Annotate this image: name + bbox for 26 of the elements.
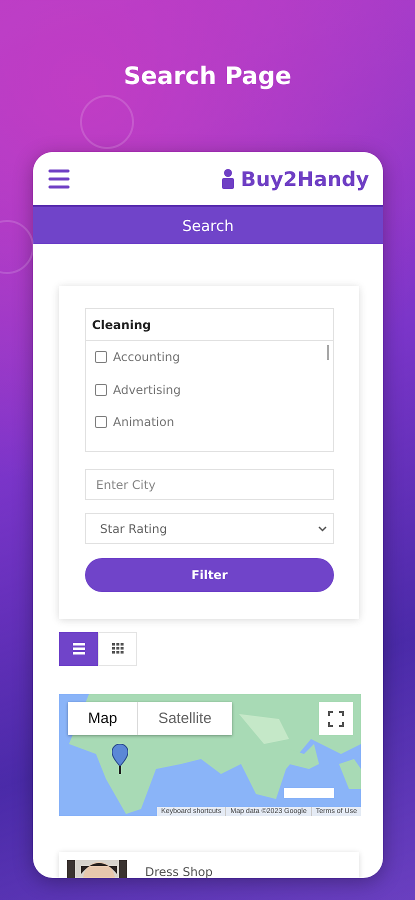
- brand-name: Buy2Handy: [240, 166, 369, 190]
- checkbox[interactable]: [95, 384, 107, 396]
- map-type-tab[interactable]: Map: [68, 702, 138, 735]
- rating-dropdown[interactable]: Star Rating: [85, 513, 334, 544]
- grid-view-button[interactable]: [98, 632, 137, 666]
- scroll-bar[interactable]: [327, 345, 329, 360]
- filter-button[interactable]: Filter: [85, 558, 334, 592]
- category-header: Cleaning: [92, 318, 151, 332]
- fullscreen-icon: [328, 710, 344, 726]
- page-title: Search Page: [124, 62, 292, 92]
- list-icon: [72, 643, 84, 655]
- menu-icon[interactable]: [48, 168, 70, 190]
- category-label: Animation: [113, 415, 174, 430]
- page-heading: Search: [182, 216, 234, 234]
- city-field[interactable]: Enter City: [85, 469, 334, 500]
- category-label: Advertising: [113, 382, 181, 397]
- list-view-button[interactable]: [59, 632, 98, 666]
- grid-icon: [112, 643, 124, 655]
- chevron-icon: [318, 526, 327, 532]
- category-label: Accounting: [113, 350, 180, 364]
- checkbox[interactable]: [95, 416, 107, 428]
- fullscreen-button[interactable]: [319, 702, 353, 735]
- background-circle: [80, 95, 134, 149]
- map-type-tab[interactable]: Satellite: [137, 702, 232, 735]
- map-pin-icon[interactable]: [112, 744, 128, 774]
- checkbox[interactable]: [95, 351, 107, 364]
